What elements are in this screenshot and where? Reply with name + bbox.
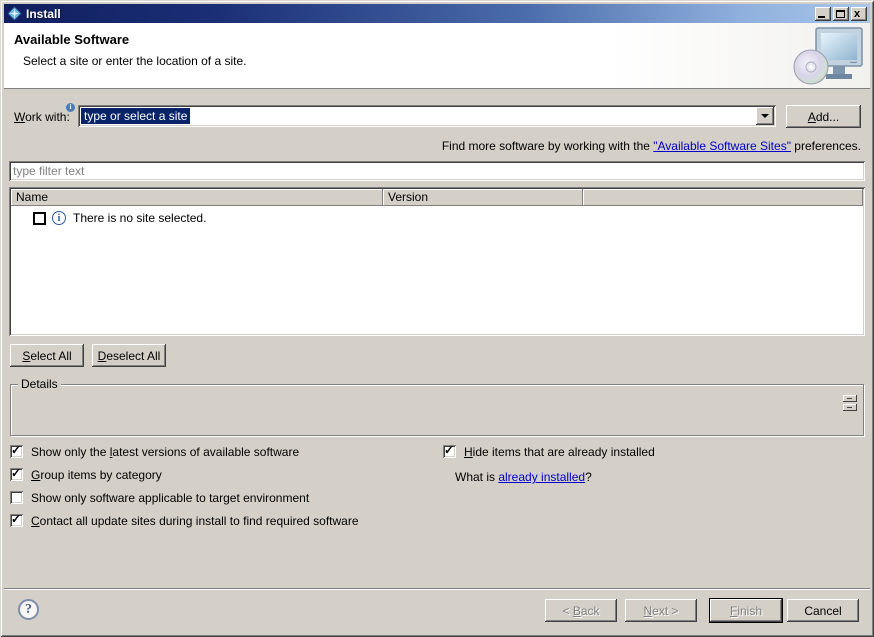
wizard-banner: Available Software Select a site or ente… <box>4 23 870 89</box>
checkbox[interactable]: ✓ <box>10 491 23 504</box>
minimize-icon <box>818 16 825 18</box>
install-dialog-window: Install x Available Software Select a si… <box>0 0 874 637</box>
work-with-label: Work with: <box>14 110 70 124</box>
info-icon: i <box>52 211 66 225</box>
cancel-button[interactable]: Cancel <box>787 599 859 622</box>
option-label: Group items by category <box>31 467 162 482</box>
option-label: Show only the latest versions of availab… <box>31 444 299 459</box>
software-tree-table[interactable]: Name Version i There is no site selected… <box>9 187 865 336</box>
help-button[interactable]: ? <box>18 599 39 620</box>
minimize-button[interactable] <box>815 7 831 21</box>
title-bar[interactable]: Install x <box>4 4 870 23</box>
select-all-button[interactable]: Select All <box>10 344 84 367</box>
table-row[interactable]: i There is no site selected. <box>11 211 206 225</box>
combo-dropdown-button[interactable] <box>756 107 774 125</box>
window-title: Install <box>26 7 61 21</box>
available-software-sites-link[interactable]: "Available Software Sites" <box>653 139 791 153</box>
row-label: There is no site selected. <box>73 211 206 225</box>
option-applicable-only[interactable]: ✓ Show only software applicable to targe… <box>10 490 430 505</box>
row-checkbox[interactable] <box>33 212 46 225</box>
option-show-latest[interactable]: ✓ Show only the latest versions of avail… <box>10 444 430 459</box>
option-group-by-category[interactable]: ✓ Group items by category <box>10 467 430 482</box>
add-button[interactable]: Add... <box>786 105 861 128</box>
already-installed-link[interactable]: already installed <box>498 470 585 484</box>
details-content <box>17 391 839 431</box>
checkbox[interactable]: ✓ <box>10 468 23 481</box>
close-button[interactable]: x <box>851 7 867 21</box>
find-more-text: Find more software by working with the "… <box>442 139 861 153</box>
info-icon: i <box>66 103 75 112</box>
filter-input[interactable] <box>9 161 865 181</box>
next-button[interactable]: Next > <box>625 599 697 622</box>
details-group-label: Details <box>18 377 61 391</box>
maximize-icon <box>836 10 845 18</box>
combo-selected-text: type or select a site <box>81 108 190 124</box>
details-resize-handle-icon[interactable] <box>843 395 857 411</box>
checkbox[interactable]: ✓ <box>10 445 23 458</box>
maximize-button[interactable] <box>833 7 849 21</box>
chevron-down-icon <box>761 114 769 118</box>
page-title: Available Software <box>14 32 129 47</box>
column-header-version[interactable]: Version <box>383 189 583 206</box>
install-diamond-icon <box>7 6 22 21</box>
close-icon: x <box>854 9 860 19</box>
option-label: Contact all update sites during install … <box>31 513 359 528</box>
checkbox[interactable]: ✓ <box>10 514 23 527</box>
deselect-all-button[interactable]: Deselect All <box>92 344 166 367</box>
column-header-empty[interactable] <box>583 189 863 206</box>
option-hide-installed[interactable]: ✓ Hide items that are already installed <box>443 444 863 459</box>
checkbox[interactable]: ✓ <box>443 445 456 458</box>
help-icon: ? <box>25 602 32 618</box>
footer-separator <box>4 588 870 590</box>
work-with-combo[interactable]: type or select a site <box>78 105 776 127</box>
finish-button-default-ring: Finish <box>709 598 783 623</box>
page-subtitle: Select a site or enter the location of a… <box>23 54 246 68</box>
table-header: Name Version <box>11 189 863 206</box>
column-header-name[interactable]: Name <box>11 189 383 206</box>
option-contact-update-sites[interactable]: ✓ Contact all update sites during instal… <box>10 513 430 528</box>
option-label: Show only software applicable to target … <box>31 490 309 505</box>
details-group: Details <box>10 384 864 436</box>
install-software-graphic-icon <box>790 24 864 86</box>
option-label: Hide items that are already installed <box>464 444 655 459</box>
back-button[interactable]: < Back <box>545 599 617 622</box>
what-is-installed-text: What is already installed? <box>455 470 592 484</box>
finish-button[interactable]: Finish <box>710 599 782 622</box>
